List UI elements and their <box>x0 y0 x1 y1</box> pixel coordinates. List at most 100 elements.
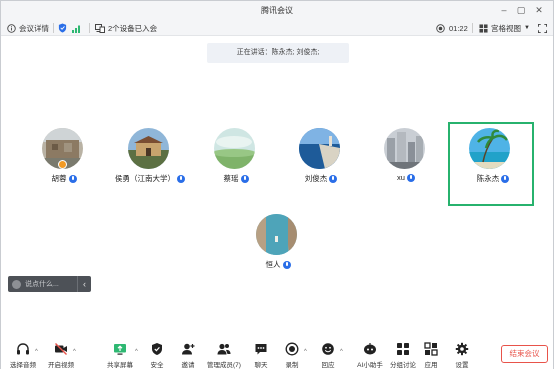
record-options-chevron-icon[interactable]: ^ <box>304 348 310 356</box>
invite-icon <box>182 343 195 355</box>
invite-label: 邀请 <box>181 362 195 369</box>
participant-name-row: 刘俊杰 <box>278 173 364 184</box>
participant-name-row: 胡蓉 <box>21 173 107 184</box>
beach-photo-icon <box>469 128 510 169</box>
participant-tile[interactable]: xu <box>363 122 449 206</box>
camera-off-icon <box>55 343 67 355</box>
info-bar: 会议详情 2个设备已入会 01:22 宫格视图 ▼ <box>1 20 553 36</box>
avatar <box>214 128 255 169</box>
participant-name: 恒人 <box>265 260 281 269</box>
manage-members-label: 管理成员(7) <box>207 362 241 369</box>
manage-members-button[interactable]: 管理成员(7) <box>204 342 244 369</box>
participant-name: 蔡瑶 <box>223 174 239 183</box>
sea-photo-icon <box>299 128 340 169</box>
avatar <box>299 128 340 169</box>
video-options-chevron-icon[interactable]: ^ <box>73 348 79 356</box>
ai-assistant-icon <box>364 343 376 355</box>
lake-photo-icon <box>256 214 297 255</box>
breakout-icon <box>397 343 409 355</box>
participant-name: 侯勇（江南大学） <box>115 174 175 183</box>
participant-tile-active[interactable]: 陈永杰 <box>448 122 534 206</box>
react-label: 回应 <box>321 362 335 369</box>
maximize-icon[interactable]: ▢ <box>515 4 527 16</box>
devices-icon <box>95 23 105 33</box>
participant-name-row: 恒人 <box>235 259 321 270</box>
shield-icon <box>152 343 162 355</box>
participant-name: xu <box>397 173 405 182</box>
participant-name-row: 侯勇（江南大学） <box>107 173 193 184</box>
timer-text: 01:22 <box>449 23 468 33</box>
invite-button[interactable]: 邀请 <box>171 342 205 369</box>
apps-button[interactable]: 应用 <box>414 342 448 369</box>
audio-options-chevron-icon[interactable]: ^ <box>35 348 41 356</box>
end-meeting-button[interactable]: 结束会议 <box>501 345 548 363</box>
devices-joined-label: 2个设备已入会 <box>108 23 158 33</box>
apps-icon <box>424 342 438 356</box>
settings-label: 设置 <box>455 362 469 369</box>
mic-icon <box>406 173 415 182</box>
headset-icon <box>17 343 29 355</box>
record-label: 录制 <box>285 362 299 369</box>
meeting-window: 腾讯会议 – ▢ ✕ 会议详情 2个设备已入会 01:22 宫格视图 ▼ 正在讲… <box>0 0 554 369</box>
mic-icon <box>68 174 77 183</box>
info-icon <box>7 23 16 33</box>
speaking-indicator: 正在讲话：陈永杰; 刘俊杰; <box>207 43 349 63</box>
chat-button[interactable]: 聊天 <box>244 342 278 369</box>
react-icon <box>322 343 334 355</box>
record-icon <box>285 342 299 356</box>
devices-joined[interactable]: 2个设备已入会 <box>95 22 157 34</box>
building-photo-icon <box>128 128 169 169</box>
chat-label: 聊天 <box>254 362 268 369</box>
network-signal[interactable] <box>72 22 82 34</box>
close-icon[interactable]: ✕ <box>533 4 545 16</box>
participant-tile[interactable]: 蔡瑶 <box>193 122 279 206</box>
city-photo-icon <box>384 128 425 169</box>
title-bar: 腾讯会议 – ▢ ✕ <box>1 1 553 20</box>
minimize-icon[interactable]: – <box>498 4 510 16</box>
apps-label: 应用 <box>424 362 438 369</box>
chat-quick-input[interactable]: 说点什么... ‹ <box>8 276 91 292</box>
chevron-left-icon[interactable]: ‹ <box>77 276 91 292</box>
share-screen-button[interactable]: 共享屏幕 <box>103 342 137 369</box>
grassland-photo-icon <box>214 128 255 169</box>
fullscreen-icon <box>538 23 547 33</box>
view-mode-dropdown[interactable]: 宫格视图 ▼ <box>479 22 530 34</box>
signal-icon <box>72 25 80 33</box>
shield-check-icon <box>58 23 67 33</box>
avatar <box>384 128 425 169</box>
participant-name-row: 蔡瑶 <box>193 173 279 184</box>
emoji-icon[interactable] <box>12 279 21 289</box>
video-label: 开启视频 <box>48 362 74 369</box>
participant-name: 胡蓉 <box>51 174 67 183</box>
mic-icon <box>177 174 185 183</box>
participant-name: 刘俊杰 <box>304 174 328 183</box>
grid-icon <box>479 23 488 33</box>
security-button[interactable]: 安全 <box>140 342 174 369</box>
chevron-down-icon: ▼ <box>524 25 530 31</box>
mic-icon <box>282 260 291 269</box>
mic-icon <box>501 174 510 183</box>
meeting-details-button[interactable]: 会议详情 <box>7 22 49 34</box>
security-status[interactable] <box>58 22 67 34</box>
audio-label: 选择音频 <box>10 362 36 369</box>
avatar <box>128 128 169 169</box>
share-screen-icon <box>114 344 126 355</box>
settings-button[interactable]: 设置 <box>445 342 479 369</box>
fullscreen-button[interactable] <box>538 22 547 34</box>
mic-icon <box>329 174 338 183</box>
participant-tile[interactable]: 刘俊杰 <box>278 122 364 206</box>
participant-name: 陈永杰 <box>476 174 500 183</box>
mic-icon <box>240 174 249 183</box>
meeting-details-label: 会议详情 <box>19 23 49 33</box>
react-options-chevron-icon[interactable]: ^ <box>340 348 346 356</box>
participant-tile[interactable]: 胡蓉 <box>21 122 107 206</box>
avatar <box>469 128 510 169</box>
chat-icon <box>255 344 267 355</box>
record-dot-icon <box>436 23 445 33</box>
view-mode-label: 宫格视图 <box>491 23 521 33</box>
participant-tile[interactable]: 侯勇（江南大学） <box>107 122 193 206</box>
window-title: 腾讯会议 <box>261 6 293 15</box>
participant-tile[interactable]: 恒人 <box>235 208 321 292</box>
participant-name-row: xu <box>363 173 449 182</box>
members-icon <box>217 343 231 355</box>
